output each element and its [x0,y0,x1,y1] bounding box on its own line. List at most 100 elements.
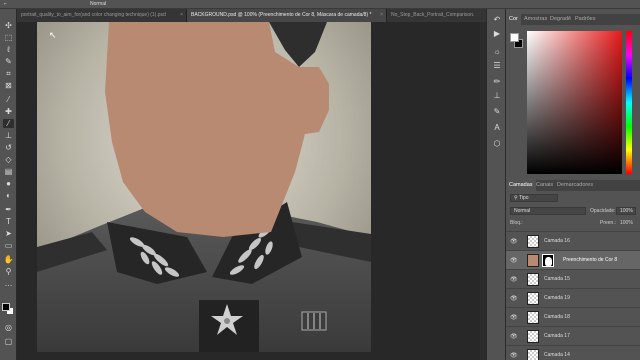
adjustments-panel-icon[interactable]: ☼ [492,47,502,57]
tab-gradients[interactable]: Degradê [547,14,574,25]
lasso-tool-icon[interactable]: ℓ [3,45,14,54]
tab-no-step-back[interactable]: No_Step_Back_Portrait_Comparison. [387,9,492,22]
pen-tool-icon[interactable]: ✒ [3,205,14,214]
quick-mask-icon[interactable]: ◎ [3,323,14,332]
layer-name: Camada 16 [544,238,570,244]
layer-thumbnail [527,349,539,360]
portrait-image [37,22,371,352]
layer-row[interactable]: 👁 Camada 16 [506,231,640,250]
panel-foreground-swatch[interactable] [510,33,519,42]
quick-select-tool-icon[interactable]: ✎ [3,57,14,66]
tab-label: No_Step_Back_Portrait_Comparison. [391,12,475,18]
marquee-tool-icon[interactable]: ⬚ [3,33,14,42]
history-brush-tool-icon[interactable]: ↺ [3,143,14,152]
collapsed-panels-strip: ↶ ▶ ☼ ☰ ✏ ⊥ ✎ A ⬡ [486,9,506,360]
tab-patterns[interactable]: Padrões [572,14,599,25]
eraser-tool-icon[interactable]: ◇ [3,155,14,164]
eye-icon[interactable]: 👁 [510,295,518,302]
document-canvas[interactable]: ↖ [18,22,492,360]
layer-thumbnail [527,235,539,248]
color-panel-tabs: Cor Amostras Degradê Padrões [506,14,640,25]
blend-mode-value: Normal [514,208,531,214]
layer-name: Camada 15 [544,276,570,282]
close-icon[interactable]: × [180,9,183,22]
crop-tool-icon[interactable]: ⌗ [3,69,14,78]
move-tool-icon[interactable]: ✣ [3,21,14,30]
eye-icon[interactable]: 👁 [510,352,518,359]
layer-thumbnail [527,273,539,286]
tab-swatches[interactable]: Amostras [521,14,550,25]
arrow-cursor-icon: ↖ [49,30,57,40]
document-tab-bar: portrait_quality_to_aim_for(and color ch… [17,9,492,22]
brushes-panel-icon[interactable]: ✎ [492,107,502,117]
fill-label: Preen.: [600,220,617,226]
clone-source-icon[interactable]: ⊥ [492,91,502,101]
hand-tool-icon[interactable]: ✋ [3,255,14,264]
layer-row[interactable]: 👁 Camada 15 [506,269,640,288]
clone-stamp-tool-icon[interactable]: ⊥ [3,131,14,140]
layer-thumbnail [527,292,539,305]
character-panel-icon[interactable]: A [492,123,502,133]
frame-tool-icon[interactable]: ⊠ [3,81,14,90]
layer-row[interactable]: 👁 Camada 18 [506,307,640,326]
layer-row[interactable]: 👁 Camada 17 [506,326,640,345]
path-select-tool-icon[interactable]: ➤ [3,229,14,238]
options-bar: ⌐ Normal [0,0,640,9]
dodge-tool-icon[interactable]: ◐ [3,191,14,200]
gradient-tool-icon[interactable]: ▤ [3,167,14,176]
healing-brush-tool-icon[interactable]: ✚ [3,107,14,116]
tab-background-psd[interactable]: BACKGROUND.psd @ 100% (Preenchimento de … [187,9,387,22]
lock-label: Bloq.: [510,220,523,226]
color-field[interactable] [527,31,622,174]
tools-panel: ✣ ⬚ ℓ ✎ ⌗ ⊠ ⁄ ✚ ⁄ ⊥ ↺ ◇ ▤ ● ◐ ✒ T ➤ ▭ ✋ … [0,9,17,360]
mode-dropdown[interactable]: Normal [90,1,106,7]
layer-row[interactable]: 👁 Camada 14 [506,345,640,360]
shape-tool-icon[interactable]: ▭ [3,241,14,250]
tab-label: BACKGROUND.psd @ 100% (Preenchimento de … [191,12,372,18]
close-icon[interactable]: × [380,9,383,22]
3d-panel-icon[interactable]: ⬡ [492,139,502,149]
tab-paths[interactable]: Demarcadores [554,180,596,191]
eye-icon[interactable]: 👁 [510,333,518,340]
tool-preset-icon[interactable]: ⌐ [4,1,7,7]
layer-mask-thumbnail[interactable] [542,254,554,267]
fill-thumbnail [527,254,539,267]
eyedropper-tool-icon[interactable]: ⁄ [3,95,14,104]
hue-slider[interactable] [626,31,632,174]
tab-label: portrait_quality_to_aim_for(and color ch… [21,12,166,18]
eye-icon[interactable]: 👁 [510,314,518,321]
opacity-input[interactable]: 100% [616,207,636,215]
more-tools-icon[interactable]: … [3,279,14,288]
filter-label: Tipo [518,195,529,201]
brush-settings-icon[interactable]: ✏ [492,77,502,87]
zoom-tool-icon[interactable]: ⚲ [3,267,14,276]
tab-color[interactable]: Cor [506,14,521,25]
properties-panel-icon[interactable]: ☰ [492,61,502,71]
layer-row[interactable]: 👁 Camada 19 [506,288,640,307]
layer-name: Camada 17 [544,333,570,339]
foreground-color-swatch[interactable] [2,303,10,311]
layer-filter-select[interactable]: ⚲ Tipo [510,194,558,202]
history-panel-icon[interactable]: ↶ [492,15,502,25]
actions-panel-icon[interactable]: ▶ [492,29,502,39]
screen-mode-icon[interactable]: ▢ [3,337,14,346]
blur-tool-icon[interactable]: ● [3,179,14,188]
photoshop-window: ⌐ Normal ✣ ⬚ ℓ ✎ ⌗ ⊠ ⁄ ✚ ⁄ ⊥ ↺ ◇ ▤ ● ◐ ✒… [0,0,640,360]
eye-icon[interactable]: 👁 [510,238,518,245]
layer-name: Preenchimento de Cor 8 [563,257,618,263]
layers-panel-tabs: Camadas Canais Demarcadores [506,180,640,191]
layer-thumbnail [527,330,539,343]
layer-row-selected[interactable]: 👁 Preenchimento de Cor 8 [506,250,640,269]
layer-name: Camada 19 [544,295,570,301]
blend-mode-select[interactable]: Normal [510,207,586,215]
fill-value[interactable]: 100% [620,220,640,226]
brush-tool-icon[interactable]: ⁄ [3,119,14,128]
layer-name: Camada 14 [544,352,570,358]
eye-icon[interactable]: 👁 [510,276,518,283]
eye-icon[interactable]: 👁 [510,257,518,264]
tab-portrait-quality[interactable]: portrait_quality_to_aim_for(and color ch… [17,9,187,22]
layers-panel: Camadas Canais Demarcadores ⚲ Tipo Norma… [506,180,640,360]
tab-layers[interactable]: Camadas [506,180,536,191]
type-tool-icon[interactable]: T [3,217,14,226]
tab-channels[interactable]: Canais [533,180,556,191]
